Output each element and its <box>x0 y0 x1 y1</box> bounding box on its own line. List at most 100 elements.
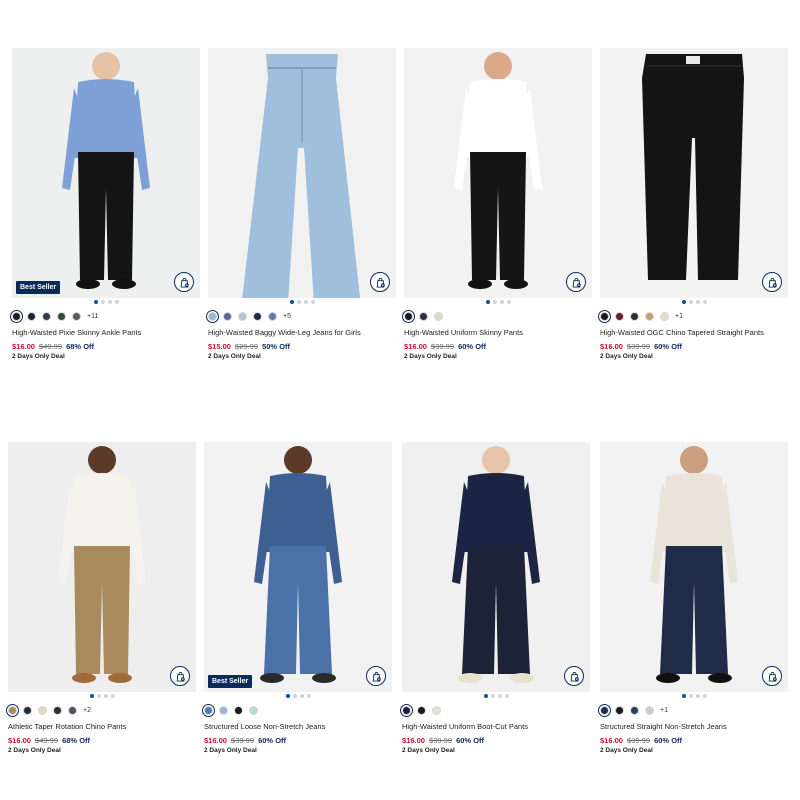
color-swatch[interactable] <box>249 705 258 715</box>
price-row: $16.00 $39.99 60% Off <box>204 736 392 745</box>
color-swatch[interactable] <box>42 311 51 321</box>
color-swatch[interactable] <box>598 703 611 717</box>
product-card[interactable]: Best Seller +11 High-Waisted Pixie Skinn… <box>10 48 200 360</box>
color-swatch[interactable] <box>253 311 262 321</box>
color-swatch[interactable] <box>645 311 654 321</box>
color-swatch[interactable] <box>27 311 36 321</box>
product-card[interactable]: High-Waisted Uniform Boot-Cut Pants $16.… <box>400 442 590 754</box>
color-swatch[interactable] <box>206 309 219 323</box>
more-colors[interactable]: +11 <box>87 313 98 320</box>
product-image[interactable] <box>600 442 788 692</box>
color-swatch[interactable] <box>432 705 441 715</box>
more-colors[interactable]: +2 <box>83 707 91 714</box>
discount-label: 60% Off <box>456 736 485 745</box>
original-price: $39.99 <box>429 736 452 745</box>
more-colors[interactable]: +1 <box>660 707 668 714</box>
product-card[interactable]: +5 High-Waisted Baggy Wide-Leg Jeans for… <box>206 48 396 360</box>
color-swatch[interactable] <box>23 705 32 715</box>
product-card[interactable]: +1 Structured Straight Non-Stretch Jeans… <box>598 442 788 754</box>
product-name[interactable]: High-Waisted Uniform Boot-Cut Pants <box>402 722 590 731</box>
color-swatch[interactable] <box>434 311 443 321</box>
add-to-bag-icon[interactable] <box>762 666 782 686</box>
color-swatch[interactable] <box>615 705 624 715</box>
carousel-dots[interactable] <box>8 694 196 698</box>
color-swatch[interactable] <box>238 311 247 321</box>
color-swatches: +1 <box>598 309 788 323</box>
product-name[interactable]: Structured Straight Non-Stretch Jeans <box>600 722 788 731</box>
color-swatch[interactable] <box>223 311 232 321</box>
original-price: $39.99 <box>627 342 650 351</box>
more-colors[interactable]: +5 <box>283 313 291 320</box>
carousel-dots[interactable] <box>402 694 590 698</box>
product-card[interactable]: Best Seller Structured Loose Non-Stretch… <box>202 442 392 754</box>
carousel-dots[interactable] <box>600 694 788 698</box>
product-photo <box>600 48 788 298</box>
product-name[interactable]: High-Waisted Baggy Wide-Leg Jeans for Gi… <box>208 328 396 337</box>
color-swatches <box>400 703 590 717</box>
color-swatch[interactable] <box>630 311 639 321</box>
color-swatch[interactable] <box>417 705 426 715</box>
deal-label: 2 Days Only Deal <box>12 353 65 360</box>
add-to-bag-icon[interactable] <box>564 666 584 686</box>
product-name[interactable]: Structured Loose Non-Stretch Jeans <box>204 722 392 731</box>
product-card[interactable]: High-Waisted Uniform Skinny Pants $16.00… <box>402 48 592 360</box>
color-swatch[interactable] <box>72 311 81 321</box>
product-image[interactable] <box>8 442 196 692</box>
color-swatches: +2 <box>6 703 196 717</box>
color-swatch[interactable] <box>202 703 215 717</box>
add-to-bag-icon[interactable] <box>174 272 194 292</box>
color-swatches: +1 <box>598 703 788 717</box>
color-swatch[interactable] <box>38 705 47 715</box>
add-to-bag-icon[interactable] <box>566 272 586 292</box>
color-swatch[interactable] <box>419 311 428 321</box>
product-card[interactable]: +2 Athletic Taper Rotation Chino Pants $… <box>6 442 196 754</box>
product-name[interactable]: High-Waisted Uniform Skinny Pants <box>404 328 592 337</box>
color-swatch[interactable] <box>10 309 23 323</box>
deal-label: 2 Days Only Deal <box>600 353 653 360</box>
carousel-dots[interactable] <box>204 694 392 698</box>
product-image[interactable] <box>600 48 788 298</box>
original-price: $49.99 <box>35 736 58 745</box>
color-swatch[interactable] <box>234 705 243 715</box>
color-swatch[interactable] <box>645 705 654 715</box>
product-name[interactable]: Athletic Taper Rotation Chino Pants <box>8 722 196 731</box>
product-image[interactable] <box>208 48 396 298</box>
carousel-dots[interactable] <box>208 300 396 304</box>
more-colors[interactable]: +1 <box>675 313 683 320</box>
deal-label: 2 Days Only Deal <box>402 747 455 754</box>
sale-price: $16.00 <box>402 736 425 745</box>
add-to-bag-icon[interactable] <box>170 666 190 686</box>
product-image[interactable] <box>404 48 592 298</box>
color-swatch[interactable] <box>219 705 228 715</box>
color-swatch[interactable] <box>400 703 413 717</box>
color-swatch[interactable] <box>630 705 639 715</box>
color-swatch[interactable] <box>402 309 415 323</box>
color-swatches: +11 <box>10 309 200 323</box>
color-swatch[interactable] <box>268 311 277 321</box>
product-photo <box>8 442 196 692</box>
best-seller-badge: Best Seller <box>208 675 253 688</box>
product-name[interactable]: High-Waisted Pixie Skinny Ankle Pants <box>12 328 200 337</box>
product-image[interactable]: Best Seller <box>204 442 392 692</box>
discount-label: 68% Off <box>62 736 91 745</box>
original-price: $39.99 <box>627 736 650 745</box>
add-to-bag-icon[interactable] <box>370 272 390 292</box>
color-swatch[interactable] <box>598 309 611 323</box>
deal-label: 2 Days Only Deal <box>208 353 261 360</box>
color-swatch[interactable] <box>6 703 19 717</box>
color-swatch[interactable] <box>68 705 77 715</box>
color-swatch[interactable] <box>57 311 66 321</box>
product-card[interactable]: +1 High-Waisted OGC Chino Tapered Straig… <box>598 48 788 360</box>
product-photo <box>208 48 396 298</box>
product-image[interactable]: Best Seller <box>12 48 200 298</box>
color-swatch[interactable] <box>660 311 669 321</box>
add-to-bag-icon[interactable] <box>366 666 386 686</box>
carousel-dots[interactable] <box>12 300 200 304</box>
add-to-bag-icon[interactable] <box>762 272 782 292</box>
product-image[interactable] <box>402 442 590 692</box>
product-name[interactable]: High-Waisted OGC Chino Tapered Straight … <box>600 328 788 337</box>
color-swatch[interactable] <box>615 311 624 321</box>
carousel-dots[interactable] <box>600 300 788 304</box>
color-swatch[interactable] <box>53 705 62 715</box>
carousel-dots[interactable] <box>404 300 592 304</box>
